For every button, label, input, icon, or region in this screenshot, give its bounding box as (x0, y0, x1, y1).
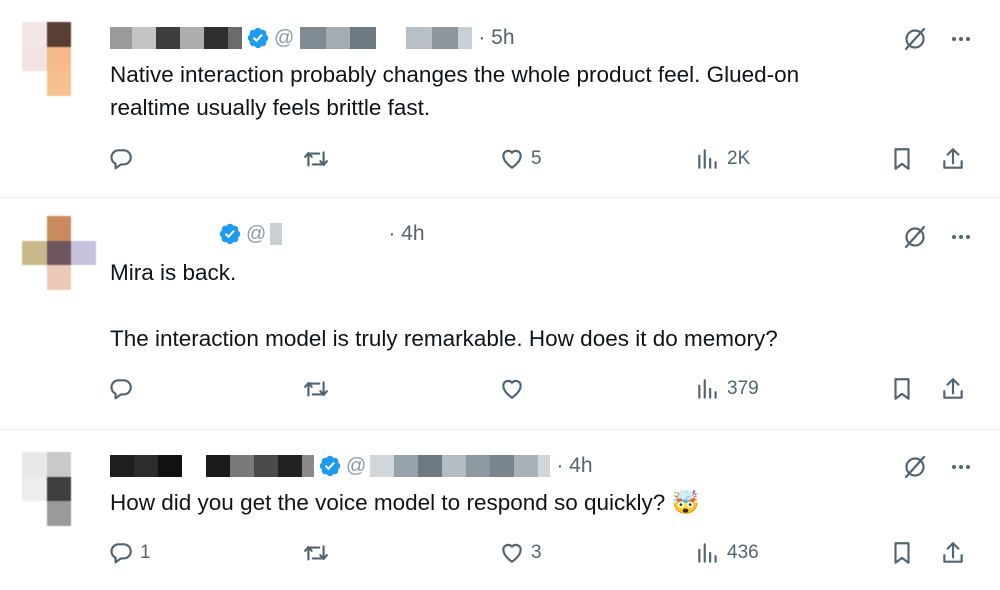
display-name-redacted[interactable] (110, 222, 214, 246)
retweet-icon (304, 381, 328, 397)
tweet[interactable]: @ · 4h Mira is back. The interaction mod… (0, 198, 1000, 430)
views-icon (698, 543, 717, 563)
reply-button[interactable]: 1 (108, 540, 151, 566)
handle-redacted[interactable]: @ (246, 222, 383, 246)
share-button[interactable] (940, 540, 966, 566)
views-count: 2K (727, 148, 751, 169)
more-icon[interactable] (950, 456, 972, 478)
grok-icon[interactable] (902, 454, 928, 480)
tweet[interactable]: @ · 4h How did you get the voice model t… (0, 430, 1000, 590)
tweet-time[interactable]: · 4h (556, 454, 592, 478)
like-button[interactable]: 3 (499, 540, 542, 566)
retweet-button[interactable] (303, 376, 335, 402)
more-icon[interactable] (950, 28, 972, 50)
tweet-text: How did you get the voice model to respo… (110, 490, 700, 515)
reply-count: 1 (140, 542, 151, 563)
tweet-header: @ · 4h (110, 220, 425, 248)
views-button[interactable]: 379 (695, 376, 759, 402)
like-icon (502, 149, 522, 169)
like-icon (502, 379, 522, 399)
reply-button[interactable] (108, 146, 140, 172)
share-icon (943, 542, 963, 563)
retweet-button[interactable] (303, 146, 335, 172)
retweet-icon (304, 545, 328, 561)
action-bar: 5 2K (0, 146, 1000, 176)
handle-prefix: @ (274, 26, 295, 49)
bookmark-button[interactable] (889, 376, 915, 402)
share-icon (943, 378, 963, 399)
handle-prefix: @ (346, 454, 367, 477)
handle-redacted[interactable]: @ (346, 454, 551, 478)
avatar[interactable] (22, 216, 96, 290)
views-icon (698, 149, 717, 169)
tweet-top-actions (902, 224, 972, 250)
like-count: 3 (531, 542, 542, 563)
more-icon[interactable] (950, 226, 972, 248)
like-icon (502, 543, 522, 563)
views-button[interactable]: 436 (695, 540, 759, 566)
views-icon (698, 379, 717, 399)
tweet-header: @ · 5h (110, 24, 515, 52)
views-button[interactable]: 2K (695, 146, 750, 172)
display-name-redacted[interactable] (110, 26, 242, 50)
bookmark-button[interactable] (889, 146, 915, 172)
like-button[interactable]: 5 (499, 146, 542, 172)
views-count: 379 (727, 378, 759, 399)
grok-icon[interactable] (902, 26, 928, 52)
tweet-text: Mira is back. The interaction model is t… (110, 260, 778, 351)
action-bar: 379 (0, 376, 1000, 406)
display-name-redacted[interactable] (110, 454, 314, 478)
reply-icon (110, 379, 132, 400)
verified-badge-icon (247, 27, 269, 49)
retweet-icon (304, 151, 328, 167)
tweet-top-actions (902, 26, 972, 52)
tweet-top-actions (902, 454, 972, 480)
share-button[interactable] (940, 376, 966, 402)
bookmark-icon (894, 542, 910, 564)
verified-badge-icon (319, 455, 341, 477)
grok-icon[interactable] (902, 224, 928, 250)
handle-prefix: @ (246, 222, 267, 245)
retweet-button[interactable] (303, 540, 335, 566)
views-count: 436 (727, 542, 759, 563)
share-button[interactable] (940, 146, 966, 172)
bookmark-icon (894, 378, 910, 400)
handle-redacted[interactable]: @ (274, 26, 473, 50)
like-button[interactable] (499, 376, 531, 402)
tweet-time[interactable]: · 4h (388, 222, 424, 246)
tweet-text: Native interaction probably changes the … (110, 62, 800, 120)
reply-icon (110, 149, 132, 170)
action-bar: 1 3 436 (0, 540, 1000, 570)
tweet[interactable]: @ · 5h Native interaction probably chang… (0, 0, 1000, 198)
bookmark-icon (894, 148, 910, 170)
reply-icon (110, 543, 132, 564)
avatar[interactable] (22, 452, 96, 526)
tweet-time[interactable]: · 5h (478, 26, 514, 50)
reply-button[interactable] (108, 376, 140, 402)
verified-badge-icon (219, 223, 241, 245)
tweet-header: @ · 4h (110, 452, 593, 480)
share-icon (943, 148, 963, 169)
avatar[interactable] (22, 22, 96, 96)
like-count: 5 (531, 148, 542, 169)
bookmark-button[interactable] (889, 540, 915, 566)
